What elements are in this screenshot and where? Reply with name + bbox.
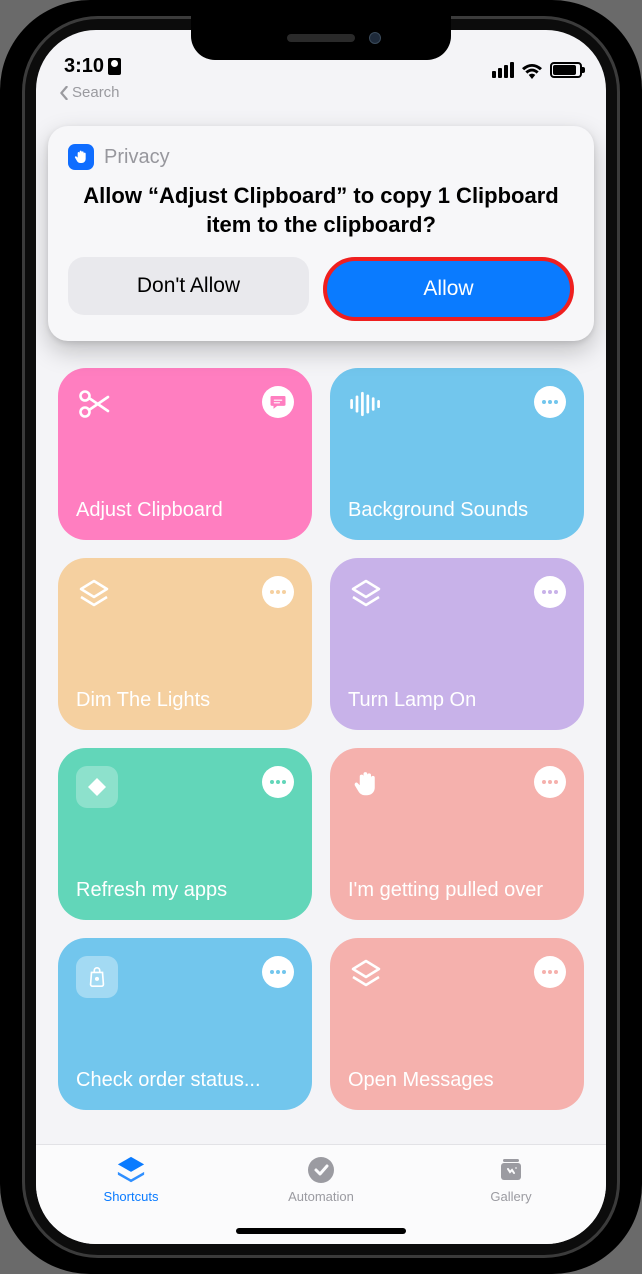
ellipsis-icon[interactable] bbox=[534, 576, 566, 608]
gallery-icon bbox=[494, 1155, 528, 1185]
status-time: 3:10 bbox=[64, 55, 104, 78]
tile-label: Adjust Clipboard bbox=[76, 498, 294, 522]
message-icon[interactable] bbox=[262, 386, 294, 418]
shortcut-tile-turn-lamp-on[interactable]: Turn Lamp On bbox=[330, 558, 584, 730]
shortcut-tile-adjust-clipboard[interactable]: Adjust Clipboard bbox=[58, 368, 312, 540]
tile-label: Turn Lamp On bbox=[348, 688, 566, 712]
hand-icon bbox=[348, 766, 384, 802]
prompt-title: Allow “Adjust Clipboard” to copy 1 Clipb… bbox=[68, 182, 574, 239]
tab-automation[interactable]: Automation bbox=[226, 1155, 416, 1204]
layers-icon bbox=[76, 576, 112, 612]
tab-label: Shortcuts bbox=[104, 1189, 159, 1204]
layers-icon bbox=[348, 576, 384, 612]
tab-label: Automation bbox=[288, 1189, 354, 1204]
allow-button-highlight: Allow bbox=[323, 257, 574, 321]
shopping-bag-icon bbox=[76, 956, 118, 998]
ellipsis-icon[interactable] bbox=[534, 386, 566, 418]
tile-label: Refresh my apps bbox=[76, 878, 294, 902]
dont-allow-button[interactable]: Don't Allow bbox=[68, 257, 309, 315]
front-camera bbox=[369, 32, 381, 44]
automation-icon bbox=[304, 1155, 338, 1185]
shortcuts-grid: Adjust Clipboard Background Sounds bbox=[58, 368, 584, 1110]
tile-label: Dim The Lights bbox=[76, 688, 294, 712]
shortcuts-icon bbox=[114, 1155, 148, 1185]
back-link-label: Search bbox=[72, 84, 120, 101]
waveform-icon bbox=[348, 386, 384, 422]
cellular-signal-icon bbox=[492, 62, 514, 78]
tile-label: Background Sounds bbox=[348, 498, 566, 522]
shortcut-tile-refresh-apps[interactable]: Refresh my apps bbox=[58, 748, 312, 920]
tab-label: Gallery bbox=[490, 1189, 531, 1204]
privacy-label: Privacy bbox=[104, 146, 170, 169]
device-frame: 3:10 Search Pr bbox=[0, 0, 642, 1274]
battery-icon bbox=[550, 62, 582, 78]
tile-label: Check order status... bbox=[76, 1068, 294, 1092]
app-diamond-icon bbox=[76, 766, 118, 808]
ellipsis-icon[interactable] bbox=[262, 576, 294, 608]
back-link[interactable]: Search bbox=[36, 82, 606, 101]
id-card-icon bbox=[108, 58, 121, 75]
ellipsis-icon[interactable] bbox=[262, 956, 294, 988]
ellipsis-icon[interactable] bbox=[534, 766, 566, 798]
ellipsis-icon[interactable] bbox=[534, 956, 566, 988]
layers-icon bbox=[348, 956, 384, 992]
screen: 3:10 Search Pr bbox=[36, 30, 606, 1244]
tab-gallery[interactable]: Gallery bbox=[416, 1155, 606, 1204]
home-indicator[interactable] bbox=[236, 1228, 406, 1234]
tile-label: Open Messages bbox=[348, 1068, 566, 1092]
shortcut-tile-check-order[interactable]: Check order status... bbox=[58, 938, 312, 1110]
wifi-icon bbox=[522, 62, 542, 78]
tab-shortcuts[interactable]: Shortcuts bbox=[36, 1155, 226, 1204]
shortcut-tile-background-sounds[interactable]: Background Sounds bbox=[330, 368, 584, 540]
shortcut-tile-dim-lights[interactable]: Dim The Lights bbox=[58, 558, 312, 730]
privacy-prompt: Privacy Allow “Adjust Clipboard” to copy… bbox=[48, 126, 594, 341]
ellipsis-icon[interactable] bbox=[262, 766, 294, 798]
tile-label: I'm getting pulled over bbox=[348, 878, 566, 902]
notch bbox=[191, 16, 451, 60]
allow-button[interactable]: Allow bbox=[327, 261, 570, 317]
privacy-hand-icon bbox=[68, 144, 94, 170]
shortcut-tile-open-messages[interactable]: Open Messages bbox=[330, 938, 584, 1110]
shortcut-tile-pulled-over[interactable]: I'm getting pulled over bbox=[330, 748, 584, 920]
scissors-icon bbox=[76, 386, 112, 422]
speaker-slot bbox=[287, 34, 355, 42]
